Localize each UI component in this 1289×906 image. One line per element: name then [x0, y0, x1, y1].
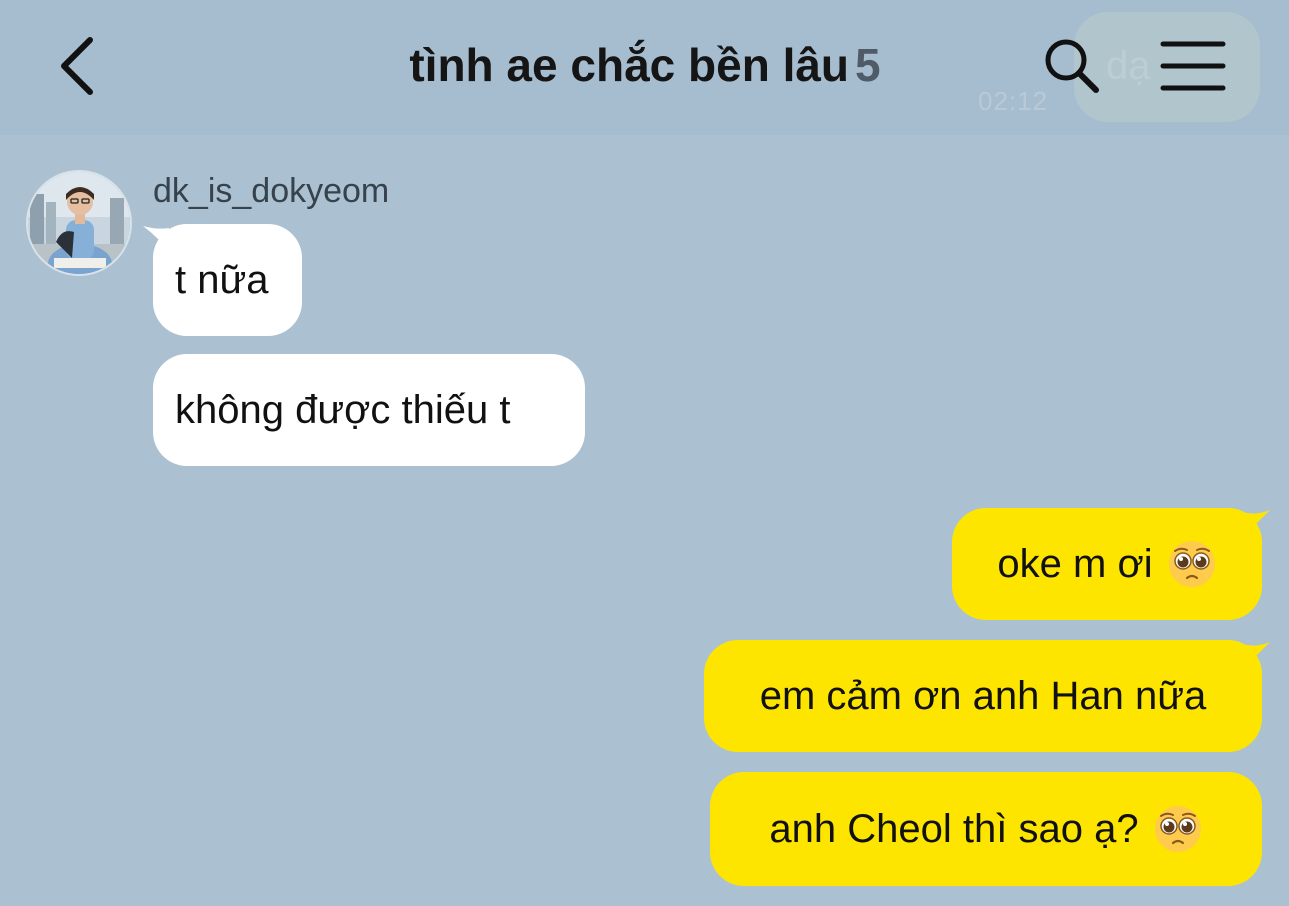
chat-header: tình ae chắc bền lâu 5 dạ 02:12 — [0, 0, 1289, 135]
chat-title-text: tình ae chắc bền lâu — [409, 39, 850, 91]
message-text: em cảm ơn anh Han nữa — [759, 673, 1207, 718]
message-text: t nữa — [175, 257, 269, 302]
sender-name[interactable]: dk_is_dokyeom — [153, 172, 389, 211]
pleading-face-emoji — [1168, 541, 1215, 587]
outgoing-message[interactable]: em cảm ơn anh Han nữa — [704, 640, 1262, 752]
incoming-message[interactable]: không được thiếu t — [153, 354, 585, 466]
chat-title: tình ae chắc bền lâu 5 — [330, 38, 960, 92]
search-button[interactable] — [1040, 34, 1104, 98]
profile-photo — [28, 172, 130, 274]
member-count: 5 — [855, 39, 881, 91]
ghost-preview-time: 02:12 — [978, 86, 1049, 116]
menu-button[interactable] — [1160, 38, 1226, 94]
search-icon — [1045, 39, 1099, 93]
sender-avatar[interactable] — [28, 172, 130, 274]
back-button[interactable] — [50, 30, 110, 102]
message-text: anh Cheol thì sao ạ? — [769, 806, 1139, 851]
chevron-left-icon — [61, 37, 93, 95]
message-text: oke m ơi — [997, 541, 1153, 586]
pleading-face-emoji — [1154, 806, 1201, 852]
hamburger-menu-icon — [1160, 41, 1226, 91]
ghost-preview-text: dạ — [1106, 44, 1151, 88]
message-text: không được thiếu t — [175, 387, 511, 432]
outgoing-message[interactable]: oke m ơi — [952, 508, 1262, 620]
incoming-message[interactable]: t nữa — [153, 224, 302, 336]
outgoing-message[interactable]: anh Cheol thì sao ạ? — [710, 772, 1262, 886]
